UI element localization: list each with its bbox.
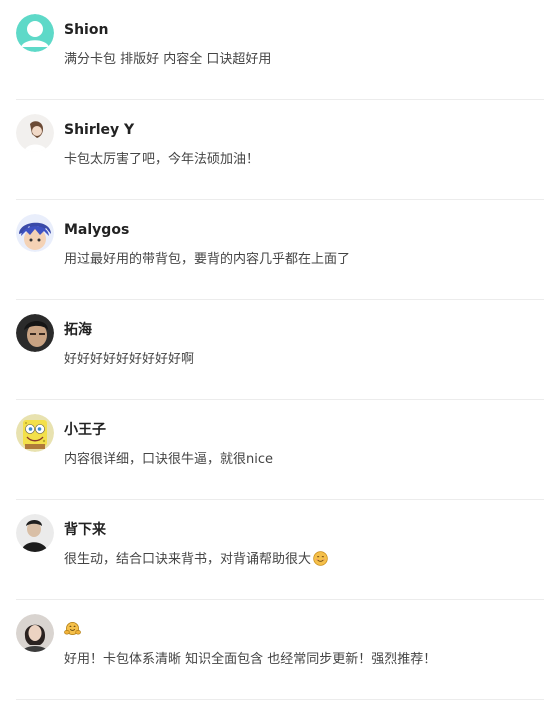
- comment-item: 好用！卡包体系清晰 知识全面包含 也经常同步更新！强烈推荐！: [16, 600, 544, 700]
- comment-text: 用过最好用的带背包，要背的内容几乎都在上面了: [64, 252, 351, 267]
- smiling-face-emoji-icon: [313, 551, 328, 566]
- comment-text-body: 很生动，结合口诀来背书，对背诵帮助很大: [64, 552, 312, 567]
- default-user-icon: [16, 14, 54, 52]
- comment-item: Malygos 用过最好用的带背包，要背的内容几乎都在上面了: [16, 200, 544, 300]
- anime-avatar-icon: [16, 214, 54, 252]
- comment-list: Shion 满分卡包 排版好 内容全 口诀超好用 Shirley Y 卡包太厉害…: [0, 0, 544, 700]
- avatar[interactable]: [16, 14, 54, 52]
- photo-avatar-icon: [16, 514, 54, 552]
- comment-text: 满分卡包 排版好 内容全 口诀超好用: [64, 52, 272, 67]
- avatar[interactable]: [16, 214, 54, 252]
- photo-avatar-icon: [16, 614, 54, 652]
- comment-item: 小王子 内容很详细，口诀很牛逼，就很nice: [16, 400, 544, 500]
- comment-text: 很生动，结合口诀来背书，对背诵帮助很大: [64, 551, 328, 568]
- avatar[interactable]: [16, 114, 54, 152]
- comment-text: 内容很详细，口诀很牛逼，就很nice: [64, 452, 273, 467]
- commenter-name[interactable]: Shirley Y: [64, 121, 134, 139]
- comment-item: 背下来 很生动，结合口诀来背书，对背诵帮助很大: [16, 500, 544, 600]
- comment-item: Shirley Y 卡包太厉害了吧，今年法硕加油！: [16, 100, 544, 200]
- comment-text: 好好好好好好好好好啊: [64, 352, 195, 367]
- hugging-face-emoji-icon: [64, 622, 81, 635]
- avatar[interactable]: [16, 314, 54, 352]
- comment-text: 卡包太厉害了吧，今年法硕加油！: [64, 152, 260, 167]
- spongebob-avatar-icon: [16, 414, 54, 452]
- commenter-name[interactable]: [64, 621, 81, 639]
- comment-item: 拓海 好好好好好好好好好啊: [16, 300, 544, 400]
- comment-text: 好用！卡包体系清晰 知识全面包含 也经常同步更新！强烈推荐！: [64, 652, 437, 667]
- avatar[interactable]: [16, 414, 54, 452]
- commenter-name[interactable]: Shion: [64, 21, 108, 39]
- avatar[interactable]: [16, 614, 54, 652]
- commenter-name[interactable]: 拓海: [64, 321, 92, 339]
- photo-avatar-icon: [16, 114, 54, 152]
- commenter-name[interactable]: Malygos: [64, 221, 129, 239]
- avatar[interactable]: [16, 514, 54, 552]
- photo-avatar-icon: [16, 314, 54, 352]
- commenter-name[interactable]: 小王子: [64, 421, 106, 439]
- comment-item: Shion 满分卡包 排版好 内容全 口诀超好用: [16, 0, 544, 100]
- commenter-name[interactable]: 背下来: [64, 521, 106, 539]
